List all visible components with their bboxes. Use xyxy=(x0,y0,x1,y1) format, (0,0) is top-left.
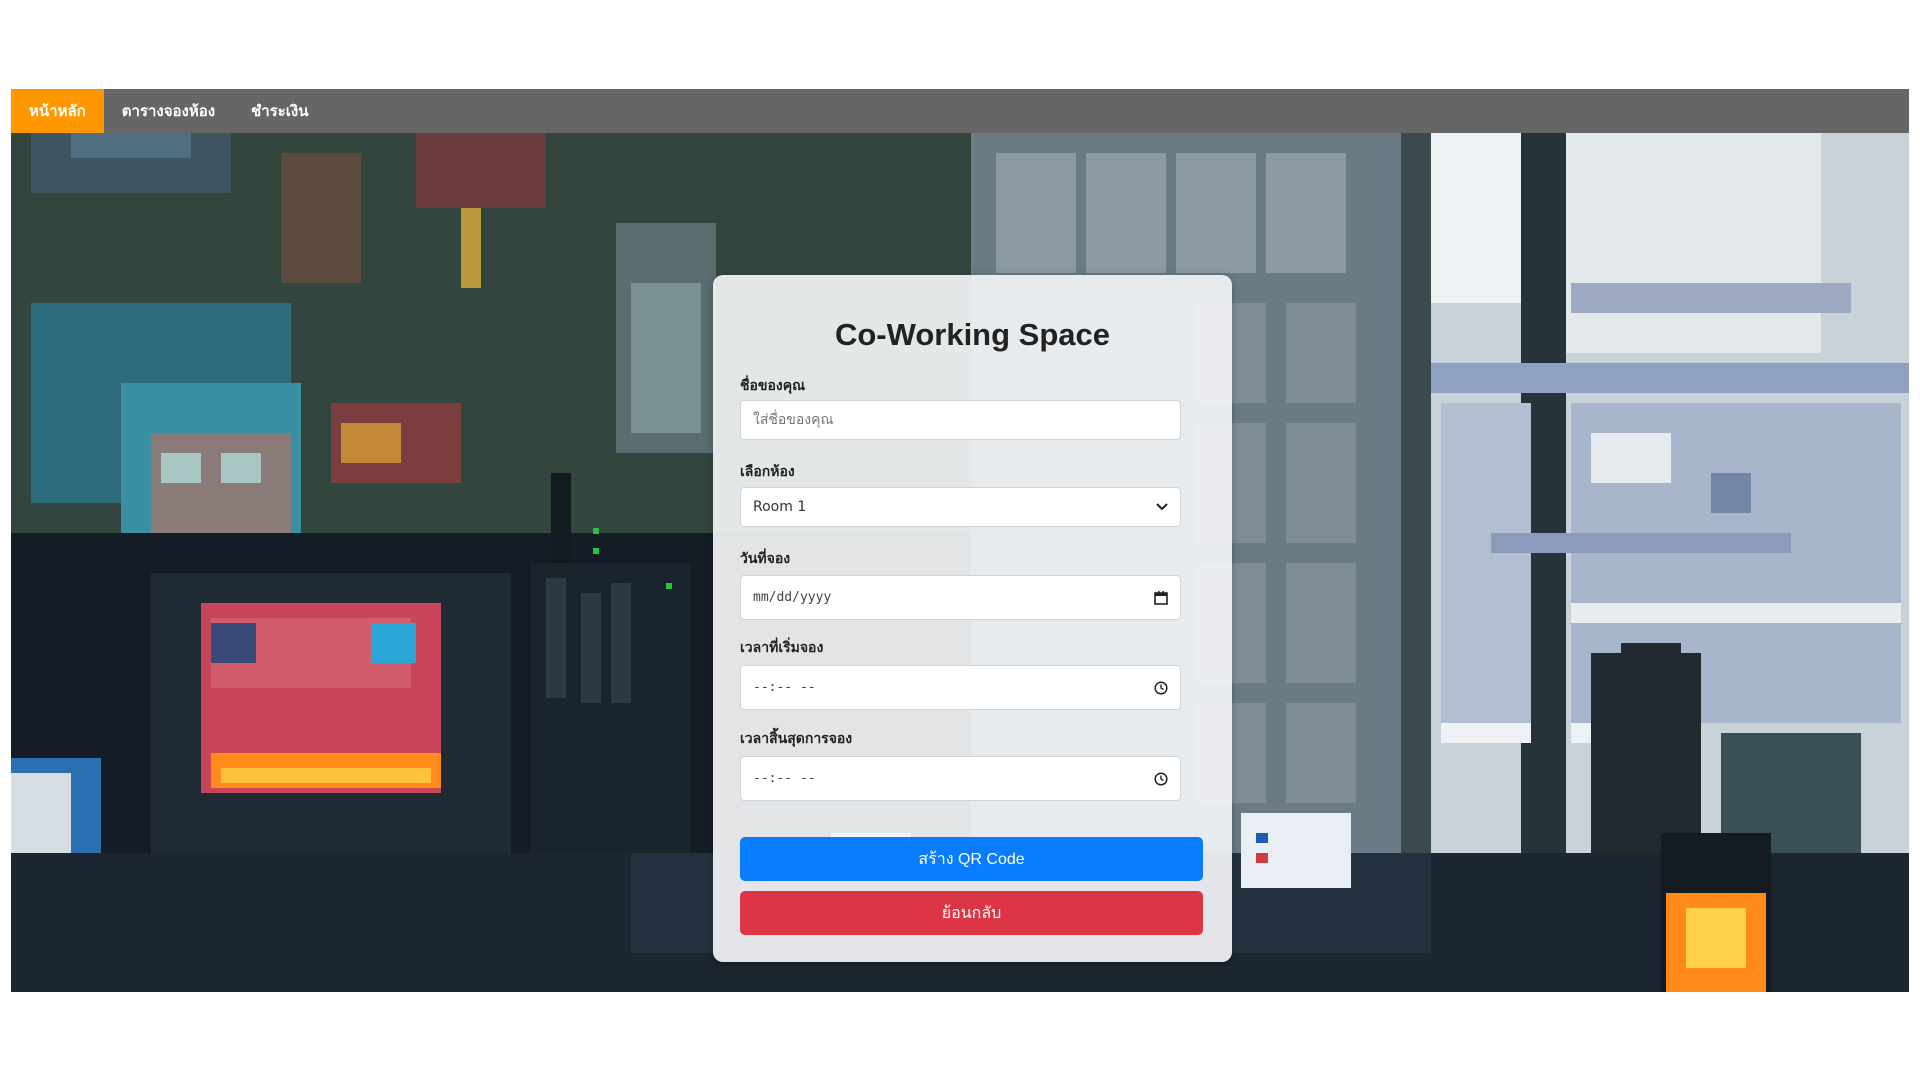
name-input-placeholder: ใส่ชื่อของคุณ xyxy=(753,412,834,428)
chevron-down-icon xyxy=(1156,503,1168,511)
name-input[interactable]: ใส่ชื่อของคุณ xyxy=(740,400,1181,440)
form-title: Co-Working Space xyxy=(834,317,1111,352)
start-time-input[interactable]: --:-- -- xyxy=(740,665,1181,710)
name-label: ชื่อของคุณ xyxy=(740,378,806,394)
room-select[interactable]: Room 1 xyxy=(740,487,1181,527)
clock-icon[interactable] xyxy=(1154,680,1168,695)
back-button[interactable]: ย้อนกลับ xyxy=(740,891,1203,935)
room-label: เลือกห้อง xyxy=(740,464,795,480)
booking-form-card: Co-Working Space ชื่อของคุณ ใส่ชื่อของคุ… xyxy=(713,275,1232,962)
nav-item-home[interactable]: หน้าหลัก xyxy=(11,89,104,133)
room-select-value: Room 1 xyxy=(753,499,807,515)
date-input-placeholder: mm/dd/yyyy xyxy=(753,590,832,605)
start-time-label: เวลาที่เริ่มจอง xyxy=(740,640,824,656)
page-frame: หน้าหลัก ตารางจองห้อง ชำระเงิน Co-Workin… xyxy=(11,89,1909,992)
nav-item-booking-schedule[interactable]: ตารางจองห้อง xyxy=(104,89,233,133)
end-time-label: เวลาสิ้นสุดการจอง xyxy=(740,731,853,747)
nav-item-payment[interactable]: ชำระเงิน xyxy=(233,89,326,133)
start-time-placeholder: --:-- -- xyxy=(753,680,816,695)
top-navbar: หน้าหลัก ตารางจองห้อง ชำระเงิน xyxy=(11,89,1909,133)
end-time-input[interactable]: --:-- -- xyxy=(740,756,1181,801)
date-label: วันที่จอง xyxy=(740,551,791,567)
clock-icon[interactable] xyxy=(1154,771,1168,786)
calendar-icon[interactable] xyxy=(1154,590,1168,605)
date-input[interactable]: mm/dd/yyyy xyxy=(740,575,1181,620)
end-time-placeholder: --:-- -- xyxy=(753,771,816,786)
create-qr-code-button[interactable]: สร้าง QR Code xyxy=(740,837,1203,881)
